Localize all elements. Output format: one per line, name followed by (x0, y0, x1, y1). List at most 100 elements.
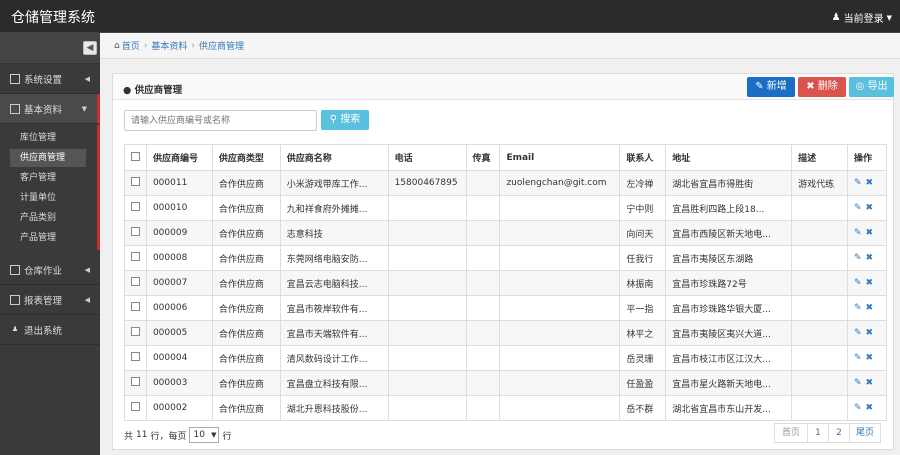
table-row[interactable]: 000007 合作供应商 宜昌云志电脑科技... 林振南 宜昌市珍珠路72号 ✎ ✖ (124, 270, 887, 296)
table-cell: 向问天 (619, 220, 667, 246)
edit-icon[interactable]: ✎ (854, 303, 862, 313)
page-1-button[interactable]: 1 (807, 423, 829, 443)
column-header[interactable]: 地址 (665, 144, 793, 171)
edit-icon[interactable]: ✎ (854, 203, 862, 213)
sidebar-subitem-category[interactable]: 产品类别 (10, 209, 86, 227)
sidebar-item-warehouse-ops[interactable]: 仓库作业 ◀ (0, 255, 100, 285)
edit-icon[interactable]: ✎ (854, 403, 862, 413)
page-size-select[interactable]: 10 ▼ (189, 427, 220, 443)
table-row[interactable]: 000009 合作供应商 志意科技 向问天 宜昌市西陵区新天地电... ✎ ✖ (124, 220, 887, 246)
delete-icon[interactable]: ✖ (866, 253, 874, 263)
row-checkbox[interactable] (131, 177, 140, 186)
table-cell: 合作供应商 (211, 220, 281, 246)
sidebar-submenu: 库位管理 供应商管理 客户管理 计量单位 产品类别 产品管理 (0, 125, 100, 250)
sidebar-subitem-location[interactable]: 库位管理 (10, 129, 86, 147)
sidebar-item-label: 报表管理 (24, 295, 63, 307)
column-header[interactable]: 供应商类型 (211, 144, 281, 171)
delete-icon[interactable]: ✖ (866, 353, 874, 363)
table-row[interactable]: 000005 合作供应商 宜昌市天端软件有... 林平之 宜昌市夷陵区夷兴大道... ✎ ✖ (124, 320, 887, 346)
sidebar-subitem-supplier[interactable]: 供应商管理 (10, 149, 86, 167)
table-cell: 000002 (145, 395, 213, 421)
edit-icon[interactable]: ✎ (854, 378, 862, 388)
breadcrumb-basic-data[interactable]: 基本资料 (151, 39, 187, 52)
column-header[interactable]: 供应商编号 (145, 144, 213, 171)
table-cell (791, 345, 848, 371)
sidebar-collapse-button[interactable]: ◀ (83, 41, 97, 55)
last-page-button[interactable]: 尾页 (849, 423, 881, 443)
breadcrumb-separator: › (191, 40, 195, 51)
row-actions-cell: ✎ ✖ (847, 195, 887, 221)
delete-button[interactable]: ✖ 删除 (798, 77, 846, 97)
delete-icon[interactable]: ✖ (866, 403, 874, 413)
row-checkbox[interactable] (131, 302, 140, 311)
row-checkbox[interactable] (131, 252, 140, 261)
sidebar-item-reports[interactable]: 报表管理 ◀ (0, 285, 100, 315)
row-checkbox[interactable] (131, 202, 140, 211)
column-header[interactable]: 传真 (465, 144, 501, 171)
row-checkbox[interactable] (131, 277, 140, 286)
row-checkbox[interactable] (131, 377, 140, 386)
edit-icon[interactable]: ✎ (854, 278, 862, 288)
edit-icon[interactable]: ✎ (854, 228, 862, 238)
sidebar-item-logout[interactable]: ♟ 退出系统 (0, 315, 100, 345)
table-row[interactable]: 000008 合作供应商 东莞网络电脑安防... 任我行 宜昌市夷陵区东湖路 ✎ ✖ (124, 245, 887, 271)
edit-icon[interactable]: ✎ (854, 353, 862, 363)
search-input[interactable] (124, 110, 317, 131)
table-cell: 合作供应商 (211, 245, 281, 271)
delete-button-label: 删除 (817, 81, 838, 92)
column-header[interactable]: 联系人 (619, 144, 667, 171)
column-header[interactable]: Email (499, 144, 621, 171)
edit-icon[interactable]: ✎ (854, 253, 862, 263)
breadcrumb-current: 供应商管理 (198, 42, 244, 52)
table-row[interactable]: 000010 合作供应商 九和祥食府外摊摊... 宁中则 宜昌胜利四路上段18... ✎ ✖ (124, 195, 887, 221)
first-page-button[interactable]: 首页 (774, 423, 808, 443)
sidebar-item-system-settings[interactable]: 系统设置 ◀ (0, 64, 100, 94)
row-actions-cell: ✎ ✖ (847, 395, 887, 421)
page-2-button[interactable]: 2 (828, 423, 850, 443)
sidebar-subitem-product[interactable]: 产品管理 (10, 229, 86, 247)
table-cell (465, 295, 501, 321)
table-cell: 宜昌市西陵区新天地电... (665, 220, 793, 246)
delete-icon[interactable]: ✖ (866, 378, 874, 388)
row-checkbox[interactable] (131, 227, 140, 236)
row-checkbox[interactable] (131, 352, 140, 361)
table-row[interactable]: 000011 合作供应商 小米游戏带库工作... 15800467895 zuoleng… (124, 170, 887, 196)
delete-icon[interactable]: ✖ (866, 228, 874, 238)
new-button-label: 新增 (766, 81, 787, 92)
breadcrumb-home[interactable]: 首页 (122, 39, 140, 52)
select-all-checkbox[interactable] (131, 151, 140, 161)
row-checkbox[interactable] (131, 327, 140, 336)
export-button[interactable]: ◎ 导出 (849, 77, 894, 97)
table-row[interactable]: 000004 合作供应商 清风数码设计工作... 岳灵珊 宜昌市枝江市区江汉大... ✎ ✖ (124, 345, 887, 371)
sidebar-subitem-unit[interactable]: 计量单位 (10, 189, 86, 207)
edit-icon[interactable]: ✎ (854, 328, 862, 338)
delete-icon[interactable]: ✖ (866, 328, 874, 338)
column-header[interactable]: 供应商名称 (279, 144, 389, 171)
delete-icon[interactable]: ✖ (866, 303, 874, 313)
table-cell (499, 270, 621, 296)
search-button[interactable]: ⚲ 搜索 (321, 110, 369, 130)
table-row[interactable]: 000003 合作供应商 宜昌盘立科技有限... 任盈盈 宜昌市星火路新天地电... ✎ ✖ (124, 370, 887, 396)
table-cell: 宜昌市天端软件有... (279, 320, 389, 346)
table-cell (499, 320, 621, 346)
table-cell: 任我行 (619, 245, 667, 271)
row-checkbox[interactable] (131, 402, 140, 411)
supplier-table: 供应商编号 供应商类型 供应商名称 电话 传真 Email 联系人 地址 描述 … (124, 144, 887, 421)
delete-icon[interactable]: ✖ (866, 203, 874, 213)
table-cell: 岳不群 (619, 395, 667, 421)
sidebar-item-basic-data[interactable]: 基本资料 ▼ (0, 94, 100, 124)
user-menu[interactable]: ♟ 当前登录 ▼ (832, 10, 892, 25)
column-header[interactable]: 描述 (791, 144, 848, 171)
new-button[interactable]: ✎ 新增 (747, 77, 795, 97)
table-cell: zuolengchan@git.com (499, 170, 621, 196)
delete-icon[interactable]: ✖ (866, 278, 874, 288)
table-row[interactable]: 000006 合作供应商 宜昌市筱岸软件有... 平一指 宜昌市珍珠路华银大厦... ✎ ✖ (124, 295, 887, 321)
sidebar: ◀ 系统设置 ◀ 基本资料 ▼ 库位管理 供应商管理 客户管理 计量单位 产品类… (0, 33, 100, 455)
table-cell (387, 345, 467, 371)
column-header[interactable]: 电话 (387, 144, 467, 171)
edit-icon[interactable]: ✎ (854, 178, 862, 188)
delete-icon[interactable]: ✖ (866, 178, 874, 188)
sidebar-subitem-customer[interactable]: 客户管理 (10, 169, 86, 187)
table-row[interactable]: 000002 合作供应商 湖北升恩科技股份... 岳不群 湖北省宜昌市东山开发... ✎ ✖ (124, 395, 887, 421)
table-cell (791, 395, 848, 421)
